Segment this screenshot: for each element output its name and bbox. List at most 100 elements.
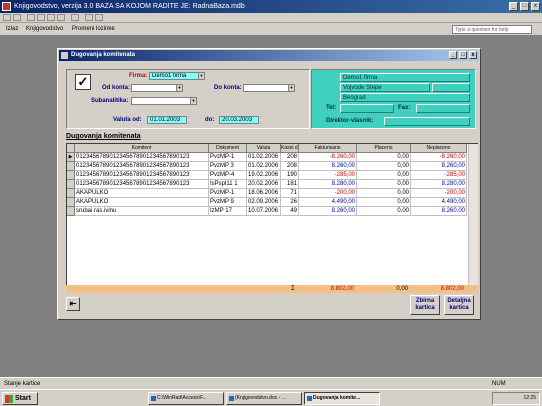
maximize-button[interactable]: □ <box>520 2 529 11</box>
table-row[interactable]: 0123456789012345678901234567890123 IsPspl… <box>67 180 467 189</box>
cell-fakturisano[interactable]: -8.260,00 <box>299 153 357 162</box>
table-row[interactable]: AKAPULKO PvzMP 9 02.09.2006 26 4.490,00 0,00 4… <box>67 198 467 207</box>
cell-kasni[interactable]: 208 <box>281 162 299 171</box>
minimize-button[interactable]: _ <box>509 2 518 11</box>
cell-dokument[interactable]: IzMP 17 <box>209 207 247 216</box>
tool-icon[interactable] <box>95 14 103 21</box>
detaljna-kartica-button[interactable]: Detaljna kartica <box>444 295 474 315</box>
cell-fakturisano[interactable]: 8.260,00 <box>299 207 357 216</box>
cell-valuta[interactable]: 19.02.2006 <box>247 171 281 180</box>
cell-placeno[interactable]: 0,00 <box>357 198 411 207</box>
taskbar-item-dugovanja[interactable]: Dugovanja komite... <box>304 392 380 405</box>
cell-dokument[interactable]: PvzMP-4 <box>209 171 247 180</box>
row-selector[interactable] <box>67 180 75 189</box>
row-selector[interactable] <box>67 162 75 171</box>
cell-placeno[interactable]: 0,00 <box>357 153 411 162</box>
cell-neplaceno[interactable]: 4.490,00 <box>411 198 467 207</box>
valuta-od-field[interactable]: 01.01.2003 <box>147 116 187 124</box>
cell-komitent[interactable]: 0123456789012345678901234567890123 <box>75 153 209 162</box>
tool-icon[interactable] <box>71 14 79 21</box>
form-close-button[interactable]: x <box>469 51 477 59</box>
cell-dokument[interactable]: PvzMP-1 <box>209 189 247 198</box>
help-search-box[interactable]: Type a question for help <box>452 25 532 34</box>
form-minimize-button[interactable]: _ <box>449 51 457 59</box>
cell-dokument[interactable]: PvzMP 3 <box>209 162 247 171</box>
cell-dokument[interactable]: PvzMP 9 <box>209 198 247 207</box>
od-konta-combo[interactable]: ▼ <box>131 84 183 92</box>
cell-komitent[interactable]: 0123456789012345678901234567890123 <box>75 180 209 189</box>
cell-dokument[interactable]: IsPspl11 1 <box>209 180 247 189</box>
cell-valuta[interactable]: 10.07.2006 <box>247 207 281 216</box>
menu-item-promeni-lozinke[interactable]: Promeni lozinke <box>72 23 115 36</box>
cell-fakturisano[interactable]: -200,00 <box>299 189 357 198</box>
debts-table[interactable]: Komitent Dokument Valuta Kasni d. Faktur… <box>66 143 478 286</box>
table-row[interactable]: srubai ras.ivinu IzMP 17 10.07.2006 49 8.260… <box>67 207 467 216</box>
column-header-valuta[interactable]: Valuta <box>247 144 281 153</box>
cell-neplaceno[interactable]: 8.260,00 <box>411 162 467 171</box>
tool-icon[interactable] <box>13 14 21 21</box>
menu-item-knjigovodstvo[interactable]: Knjigovodstvo <box>26 23 63 36</box>
cell-valuta[interactable]: 01.02.2006 <box>247 162 281 171</box>
tool-icon[interactable] <box>37 14 45 21</box>
form-maximize-button[interactable]: □ <box>459 51 467 59</box>
cell-kasni[interactable]: 49 <box>281 207 299 216</box>
cell-valuta[interactable]: 01.02.2006 <box>247 153 281 162</box>
column-header-komitent[interactable]: Komitent <box>75 144 209 153</box>
menu-item-izlaz[interactable]: Izlaz <box>6 23 18 36</box>
column-header-dokument[interactable]: Dokument <box>209 144 247 153</box>
cell-valuta[interactable]: 18.06.2006 <box>247 189 281 198</box>
row-selector[interactable] <box>67 171 75 180</box>
vertical-scrollbar[interactable] <box>468 144 478 285</box>
table-row[interactable]: AKAPULKO PvzMP-1 18.06.2006 71 -200,00 0,00 -2… <box>67 189 467 198</box>
column-header-neplaceno[interactable]: Neplaceno <box>411 144 467 153</box>
cell-placeno[interactable]: 0,00 <box>357 189 411 198</box>
valuta-do-field[interactable]: 20.03.2003 <box>219 116 259 124</box>
row-selector[interactable] <box>67 189 75 198</box>
taskbar-item-word[interactable]: (Knjigovodstvo.doc - ... <box>226 392 302 405</box>
chevron-down-icon[interactable]: ▼ <box>176 85 182 91</box>
cell-fakturisano[interactable]: 8.280,00 <box>299 180 357 189</box>
cell-dokument[interactable]: PvzMP-1 <box>209 153 247 162</box>
tool-icon[interactable] <box>57 14 65 21</box>
exit-door-icon[interactable]: ⇤ <box>66 297 80 311</box>
firma-combo[interactable]: Demo1 firma ▼ <box>149 72 205 80</box>
table-row[interactable]: 0123456789012345678901234567890123 PvzMP-… <box>67 171 467 180</box>
cell-neplaceno[interactable]: -200,00 <box>411 189 467 198</box>
table-row[interactable]: ▶ 0123456789012345678901234567890123 PvzMP… <box>67 153 467 162</box>
cell-neplaceno[interactable]: -8.260,00 <box>411 153 467 162</box>
cell-neplaceno[interactable]: -285,00 <box>411 171 467 180</box>
cell-kasni[interactable]: 208 <box>281 153 299 162</box>
cell-komitent[interactable]: srubai ras.ivinu <box>75 207 209 216</box>
cell-neplaceno[interactable]: 8.260,00 <box>411 207 467 216</box>
subanalitika-combo[interactable]: ▼ <box>131 97 197 105</box>
cell-placeno[interactable]: 0,00 <box>357 171 411 180</box>
start-button[interactable]: Start <box>2 392 38 405</box>
zbirna-kartica-button[interactable]: Zbirna kartica <box>410 295 440 315</box>
tool-icon[interactable] <box>85 14 93 21</box>
row-selector[interactable]: ▶ <box>67 153 75 162</box>
chevron-down-icon[interactable]: ▼ <box>190 98 196 104</box>
close-button[interactable]: x <box>531 2 540 11</box>
taskbar-item-access[interactable]: C:\WinRad\Access\F... <box>148 392 224 405</box>
cell-kasni[interactable]: 26 <box>281 198 299 207</box>
confirm-check-icon[interactable]: ✓ <box>75 74 91 90</box>
cell-komitent[interactable]: 0123456789012345678901234567890123 <box>75 171 209 180</box>
cell-placeno[interactable]: 0,00 <box>357 180 411 189</box>
cell-fakturisano[interactable]: 8.260,00 <box>299 162 357 171</box>
cell-placeno[interactable]: 0,00 <box>357 162 411 171</box>
cell-neplaceno[interactable]: 8.280,00 <box>411 180 467 189</box>
cell-kasni[interactable]: 181 <box>281 180 299 189</box>
cell-valuta[interactable]: 02.09.2006 <box>247 198 281 207</box>
tool-icon[interactable] <box>27 14 35 21</box>
cell-kasni[interactable]: 190 <box>281 171 299 180</box>
chevron-down-icon[interactable]: ▼ <box>198 73 204 79</box>
table-row[interactable]: 0123456789012345678901234567890123 PvzMP … <box>67 162 467 171</box>
cell-kasni[interactable]: 71 <box>281 189 299 198</box>
do-konta-combo[interactable]: ▼ <box>243 84 295 92</box>
cell-komitent[interactable]: AKAPULKO <box>75 198 209 207</box>
cell-komitent[interactable]: 0123456789012345678901234567890123 <box>75 162 209 171</box>
column-header-placeno[interactable]: Placeno <box>357 144 411 153</box>
cell-placeno[interactable]: 0,00 <box>357 207 411 216</box>
column-header-fakturisano[interactable]: Fakturisano <box>299 144 357 153</box>
tool-icon[interactable] <box>47 14 55 21</box>
